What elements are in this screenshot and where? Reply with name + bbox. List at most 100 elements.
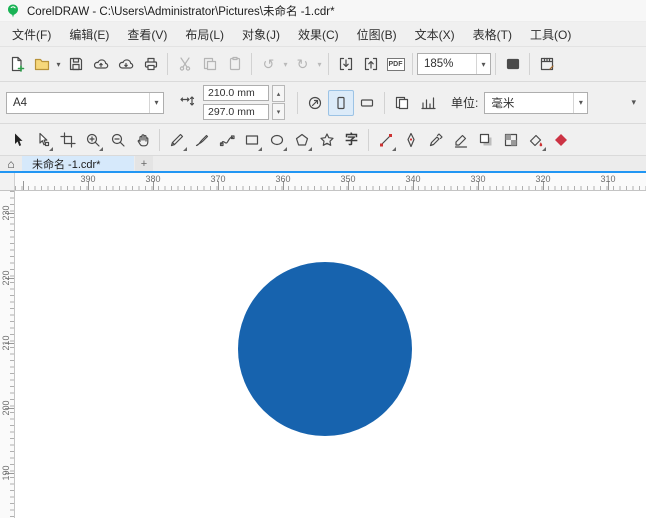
menu-table[interactable]: 表格(T) bbox=[464, 22, 521, 46]
pan-tool[interactable] bbox=[130, 127, 155, 153]
units-value: 毫米 bbox=[491, 97, 515, 110]
vruler-label: 190 bbox=[1, 465, 11, 481]
menu-object[interactable]: 对象(J) bbox=[233, 22, 289, 46]
publish-pdf-button[interactable]: PDF bbox=[383, 52, 408, 77]
property-bar: A4 ▾ 210.0 mm 297.0 mm ▴ ▾ 单位: 毫米 ▾ ▾ bbox=[0, 82, 646, 124]
new-document-button[interactable] bbox=[4, 52, 29, 77]
apply-to-current-page-button[interactable] bbox=[415, 90, 441, 116]
hruler-label: 310 bbox=[600, 174, 616, 184]
hruler-label: 330 bbox=[470, 174, 486, 184]
open-from-cloud-button[interactable] bbox=[88, 52, 113, 77]
zoom-in-tool[interactable] bbox=[80, 127, 105, 153]
redo-icon: ↻ bbox=[296, 56, 309, 72]
drop-shadow-tool[interactable] bbox=[473, 127, 498, 153]
apply-to-all-pages-button[interactable] bbox=[389, 90, 415, 116]
ellipse-tool[interactable] bbox=[264, 127, 289, 153]
toolbar-separator bbox=[167, 53, 168, 75]
zoom-level-value: 185% bbox=[424, 58, 454, 70]
new-tab-button[interactable]: + bbox=[135, 156, 153, 171]
smart-fill-tool[interactable] bbox=[548, 127, 573, 153]
pick-tool[interactable] bbox=[5, 127, 30, 153]
hruler-major-ticks bbox=[23, 181, 646, 190]
standard-toolbar: ▾ ↺ ▾ ↻ ▾ PDF 185% ▾ bbox=[0, 46, 646, 82]
page-dimensions-icon bbox=[174, 90, 200, 116]
canvas-row: 230 220 210 200 190 bbox=[0, 191, 646, 518]
copy-button bbox=[197, 52, 222, 77]
open-dropdown-icon[interactable]: ▾ bbox=[54, 60, 63, 69]
toolbar-separator bbox=[495, 53, 496, 75]
redo-button: ↻ bbox=[290, 52, 315, 77]
crop-tool[interactable] bbox=[55, 127, 80, 153]
menu-effects[interactable]: 效果(C) bbox=[289, 22, 348, 46]
vruler-label: 230 bbox=[1, 205, 11, 221]
autofit-page-button[interactable] bbox=[302, 90, 328, 116]
text-tool[interactable]: 字 bbox=[339, 127, 364, 153]
export-button[interactable] bbox=[358, 52, 383, 77]
document-tab-active[interactable]: 未命名 -1.cdr* bbox=[22, 156, 134, 171]
portrait-orientation-button[interactable] bbox=[328, 89, 354, 116]
fullscreen-preview-button[interactable] bbox=[500, 52, 525, 77]
page-size-dropdown-icon[interactable]: ▾ bbox=[149, 92, 163, 113]
coreldraw-logo-icon[interactable] bbox=[5, 3, 21, 19]
hruler-label: 340 bbox=[405, 174, 421, 184]
pen-tool[interactable] bbox=[398, 127, 423, 153]
vruler-label: 220 bbox=[1, 270, 11, 286]
propbar-overflow-icon[interactable]: ▾ bbox=[627, 97, 640, 108]
vertical-ruler[interactable]: 230 220 210 200 190 bbox=[0, 191, 15, 518]
rectangle-tool[interactable] bbox=[239, 127, 264, 153]
artistic-media-tool[interactable] bbox=[189, 127, 214, 153]
hruler-label: 350 bbox=[340, 174, 356, 184]
page-width-field[interactable]: 210.0 mm bbox=[203, 85, 269, 101]
menu-edit[interactable]: 编辑(E) bbox=[60, 22, 118, 46]
ruler-origin-corner[interactable] bbox=[0, 173, 15, 190]
freehand-tool[interactable] bbox=[164, 127, 189, 153]
polygon-tool[interactable] bbox=[289, 127, 314, 153]
transparency-tool[interactable] bbox=[498, 127, 523, 153]
show-rulers-button[interactable] bbox=[534, 52, 559, 77]
zoom-dropdown-icon[interactable]: ▾ bbox=[476, 54, 490, 74]
units-dropdown-icon[interactable]: ▾ bbox=[573, 92, 587, 113]
window-title: CorelDRAW - C:\Users\Administrator\Pictu… bbox=[27, 5, 335, 18]
menu-bar: 文件(F) 编辑(E) 查看(V) 布局(L) 对象(J) 效果(C) 位图(B… bbox=[0, 22, 646, 46]
page-height-field[interactable]: 297.0 mm bbox=[203, 104, 269, 120]
toolbox-separator bbox=[368, 128, 369, 151]
home-icon: ⌂ bbox=[7, 156, 15, 171]
propbar-separator bbox=[384, 91, 385, 114]
home-tab-button[interactable]: ⌂ bbox=[0, 156, 22, 171]
vruler-label: 200 bbox=[1, 400, 11, 416]
menu-file[interactable]: 文件(F) bbox=[3, 22, 60, 46]
hruler-label: 390 bbox=[80, 174, 96, 184]
dimension-spinner-down[interactable]: ▾ bbox=[272, 103, 285, 120]
dimension-spinner-up[interactable]: ▴ bbox=[272, 85, 285, 102]
drawing-canvas[interactable] bbox=[15, 191, 646, 518]
zoom-level-combobox[interactable]: 185% ▾ bbox=[417, 53, 491, 75]
menu-view[interactable]: 查看(V) bbox=[118, 22, 176, 46]
toolbar-separator bbox=[251, 53, 252, 75]
two-point-line-tool[interactable] bbox=[373, 127, 398, 153]
page-size-combobox[interactable]: A4 ▾ bbox=[6, 91, 164, 114]
zoom-out-tool[interactable] bbox=[105, 127, 130, 153]
menu-layout[interactable]: 布局(L) bbox=[176, 22, 233, 46]
eyedropper-tool[interactable] bbox=[423, 127, 448, 153]
outline-pen-tool[interactable] bbox=[448, 127, 473, 153]
open-document-button[interactable] bbox=[29, 52, 54, 77]
bspline-tool[interactable] bbox=[214, 127, 239, 153]
drawn-circle[interactable] bbox=[238, 262, 412, 436]
menu-tools[interactable]: 工具(O) bbox=[521, 22, 580, 46]
save-button[interactable] bbox=[63, 52, 88, 77]
hruler-label: 320 bbox=[535, 174, 551, 184]
common-shapes-tool[interactable] bbox=[314, 127, 339, 153]
toolbar-separator bbox=[412, 53, 413, 75]
menu-text[interactable]: 文本(X) bbox=[406, 22, 464, 46]
horizontal-ruler[interactable]: 390 380 370 360 350 340 330 320 310 bbox=[0, 173, 646, 191]
import-button[interactable] bbox=[333, 52, 358, 77]
shape-tool[interactable] bbox=[30, 127, 55, 153]
landscape-orientation-button[interactable] bbox=[354, 90, 380, 116]
interactive-fill-tool[interactable] bbox=[523, 127, 548, 153]
print-button[interactable] bbox=[138, 52, 163, 77]
save-to-cloud-button[interactable] bbox=[113, 52, 138, 77]
tab-bar: ⌂ 未命名 -1.cdr* + bbox=[0, 156, 646, 173]
menu-bitmaps[interactable]: 位图(B) bbox=[348, 22, 406, 46]
units-combobox[interactable]: 毫米 ▾ bbox=[484, 91, 589, 114]
toolbox: 字 bbox=[0, 124, 646, 156]
